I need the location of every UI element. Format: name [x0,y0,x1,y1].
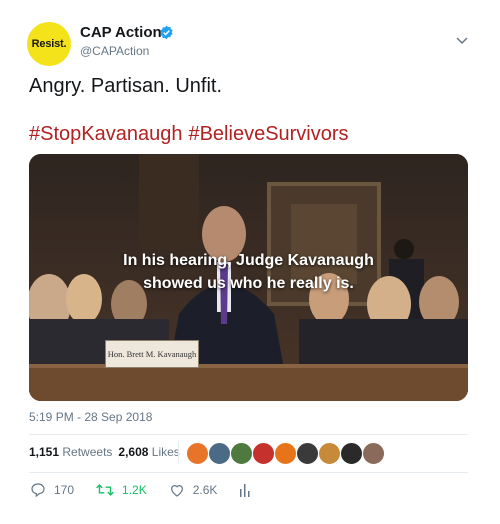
like-button[interactable]: 2.6K [169,482,218,498]
liker-avatar[interactable] [186,442,209,465]
retweet-icon [96,484,114,496]
verified-icon [160,25,173,40]
reply-button[interactable]: 170 [30,482,74,498]
timestamp[interactable]: 5:19 PM - 28 Sep 2018 [29,410,152,424]
liker-avatar[interactable] [274,442,297,465]
caption-line: In his hearing, Judge Kavanaugh [123,252,374,269]
liker-avatar[interactable] [252,442,275,465]
retweet-count: 1.2K [122,483,147,497]
liker-avatar[interactable] [296,442,319,465]
avatar[interactable]: Resist. [27,22,71,66]
retweets-label: Retweets [62,445,113,459]
analytics-button[interactable] [239,483,259,497]
media-image[interactable]: In his hearing, Judge Kavanaugh showed u… [29,154,468,401]
liker-avatar[interactable] [230,442,253,465]
likes-stat[interactable]: 2,608 Likes [118,445,179,459]
caption-line: showed us who he really is. [143,275,354,292]
hashtag-link[interactable]: #StopKavanaugh [29,123,182,145]
divider [29,434,468,435]
retweets-count: 1,151 [29,445,60,459]
liker-avatar[interactable] [208,442,231,465]
tweet-actions: 170 1.2K 2.6K [30,482,281,498]
liker-avatar[interactable] [362,442,385,465]
likes-count: 2,608 [118,445,149,459]
engagement-stats: 1,151 Retweets 2,608 Likes [29,445,180,459]
heart-icon [170,485,183,497]
retweets-stat[interactable]: 1,151 Retweets [29,445,112,459]
avatar-text: Resist. [31,38,67,50]
divider [178,441,179,463]
nameplate: Hon. Brett M. Kavanaugh [105,340,199,368]
account-handle[interactable]: @CAPAction [80,44,149,58]
likes-label: Likes [151,445,180,459]
tweet-card: Resist. CAP Action @CAPAction Angry. Par… [0,0,500,524]
liker-avatar[interactable] [340,442,363,465]
tweet-text: Angry. Partisan. Unfit. [29,75,223,97]
hashtags: #StopKavanaugh #BelieveSurvivors [29,123,355,146]
divider [29,472,468,473]
video-caption: In his hearing, Judge Kavanaugh showed u… [29,249,468,295]
reply-icon [31,483,45,498]
retweet-button[interactable]: 1.2K [96,482,147,498]
like-count: 2.6K [192,483,218,497]
liker-avatar[interactable] [318,442,341,465]
reply-count: 170 [54,483,75,497]
analytics-icon [240,484,250,497]
chevron-down-icon[interactable] [456,37,468,45]
hashtag-link[interactable]: #BelieveSurvivors [188,123,348,145]
liker-avatars [186,442,385,465]
account-name[interactable]: CAP Action [80,24,162,41]
